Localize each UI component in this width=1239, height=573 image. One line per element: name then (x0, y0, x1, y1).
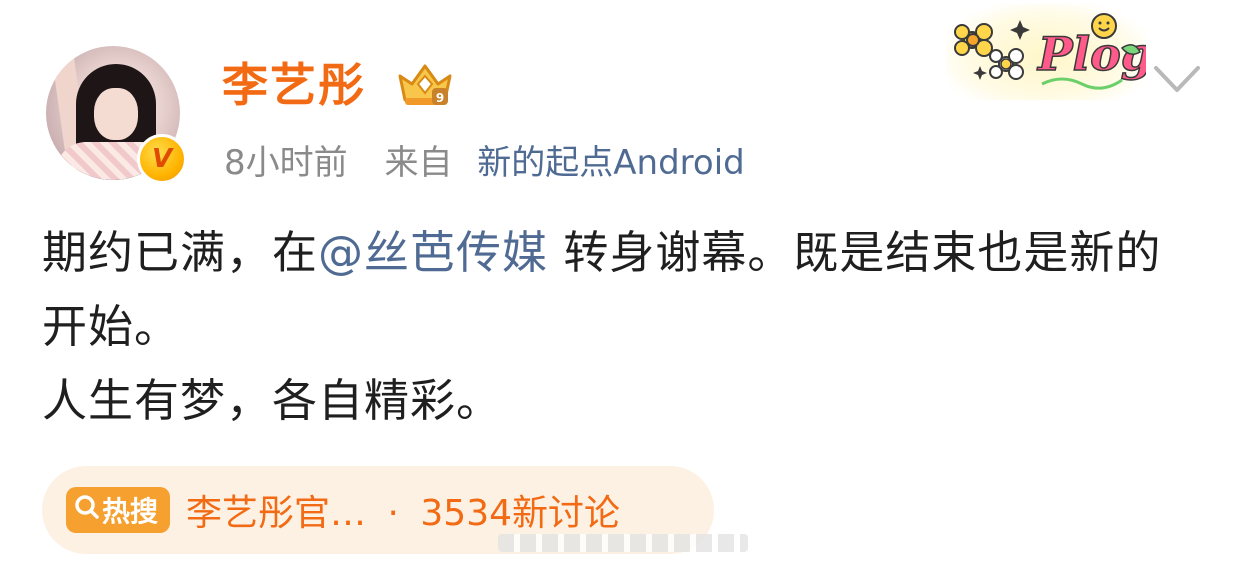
hot-search-topic[interactable]: 李艺彤官… (186, 493, 366, 534)
source-client-link[interactable]: 新的起点Android (477, 143, 744, 183)
author-name[interactable]: 李艺彤 (222, 58, 366, 112)
svg-text:9: 9 (436, 91, 444, 105)
hot-search-badge: 热搜 (66, 487, 171, 533)
avatar-face (94, 88, 138, 140)
hot-search-badge-label: 热搜 (102, 495, 159, 528)
post-text-line-2: 人生有梦，各自精彩。 (42, 374, 503, 427)
hot-search-text: 李艺彤官… · 3534新讨论 (186, 484, 620, 536)
crown-member-icon[interactable]: 9 (396, 62, 454, 108)
source-prefix: 来自 (384, 143, 453, 183)
watermark (498, 534, 748, 552)
post-meta: 8小时前 来自 新的起点Android (224, 141, 745, 185)
mention-link[interactable]: @丝芭传媒 (318, 226, 548, 279)
post-time: 8小时前 (224, 143, 348, 183)
post-content: 期约已满，在@丝芭传媒 转身谢幕。既是结束也是新的开始。 人生有梦，各自精彩。 (42, 216, 1202, 438)
chevron-down-icon[interactable] (1152, 62, 1202, 96)
hot-search-separator: · (387, 493, 399, 534)
plog-sticker-icon: Plog (946, 4, 1154, 100)
post-text-before-mention: 期约已满，在 (42, 226, 319, 279)
verified-v-icon: V (137, 134, 187, 184)
search-icon (74, 493, 100, 528)
post-text-line-1: 期约已满，在@丝芭传媒 转身谢幕。既是结束也是新的开始。 (42, 216, 1202, 364)
hot-search-count: 3534新讨论 (420, 493, 621, 534)
